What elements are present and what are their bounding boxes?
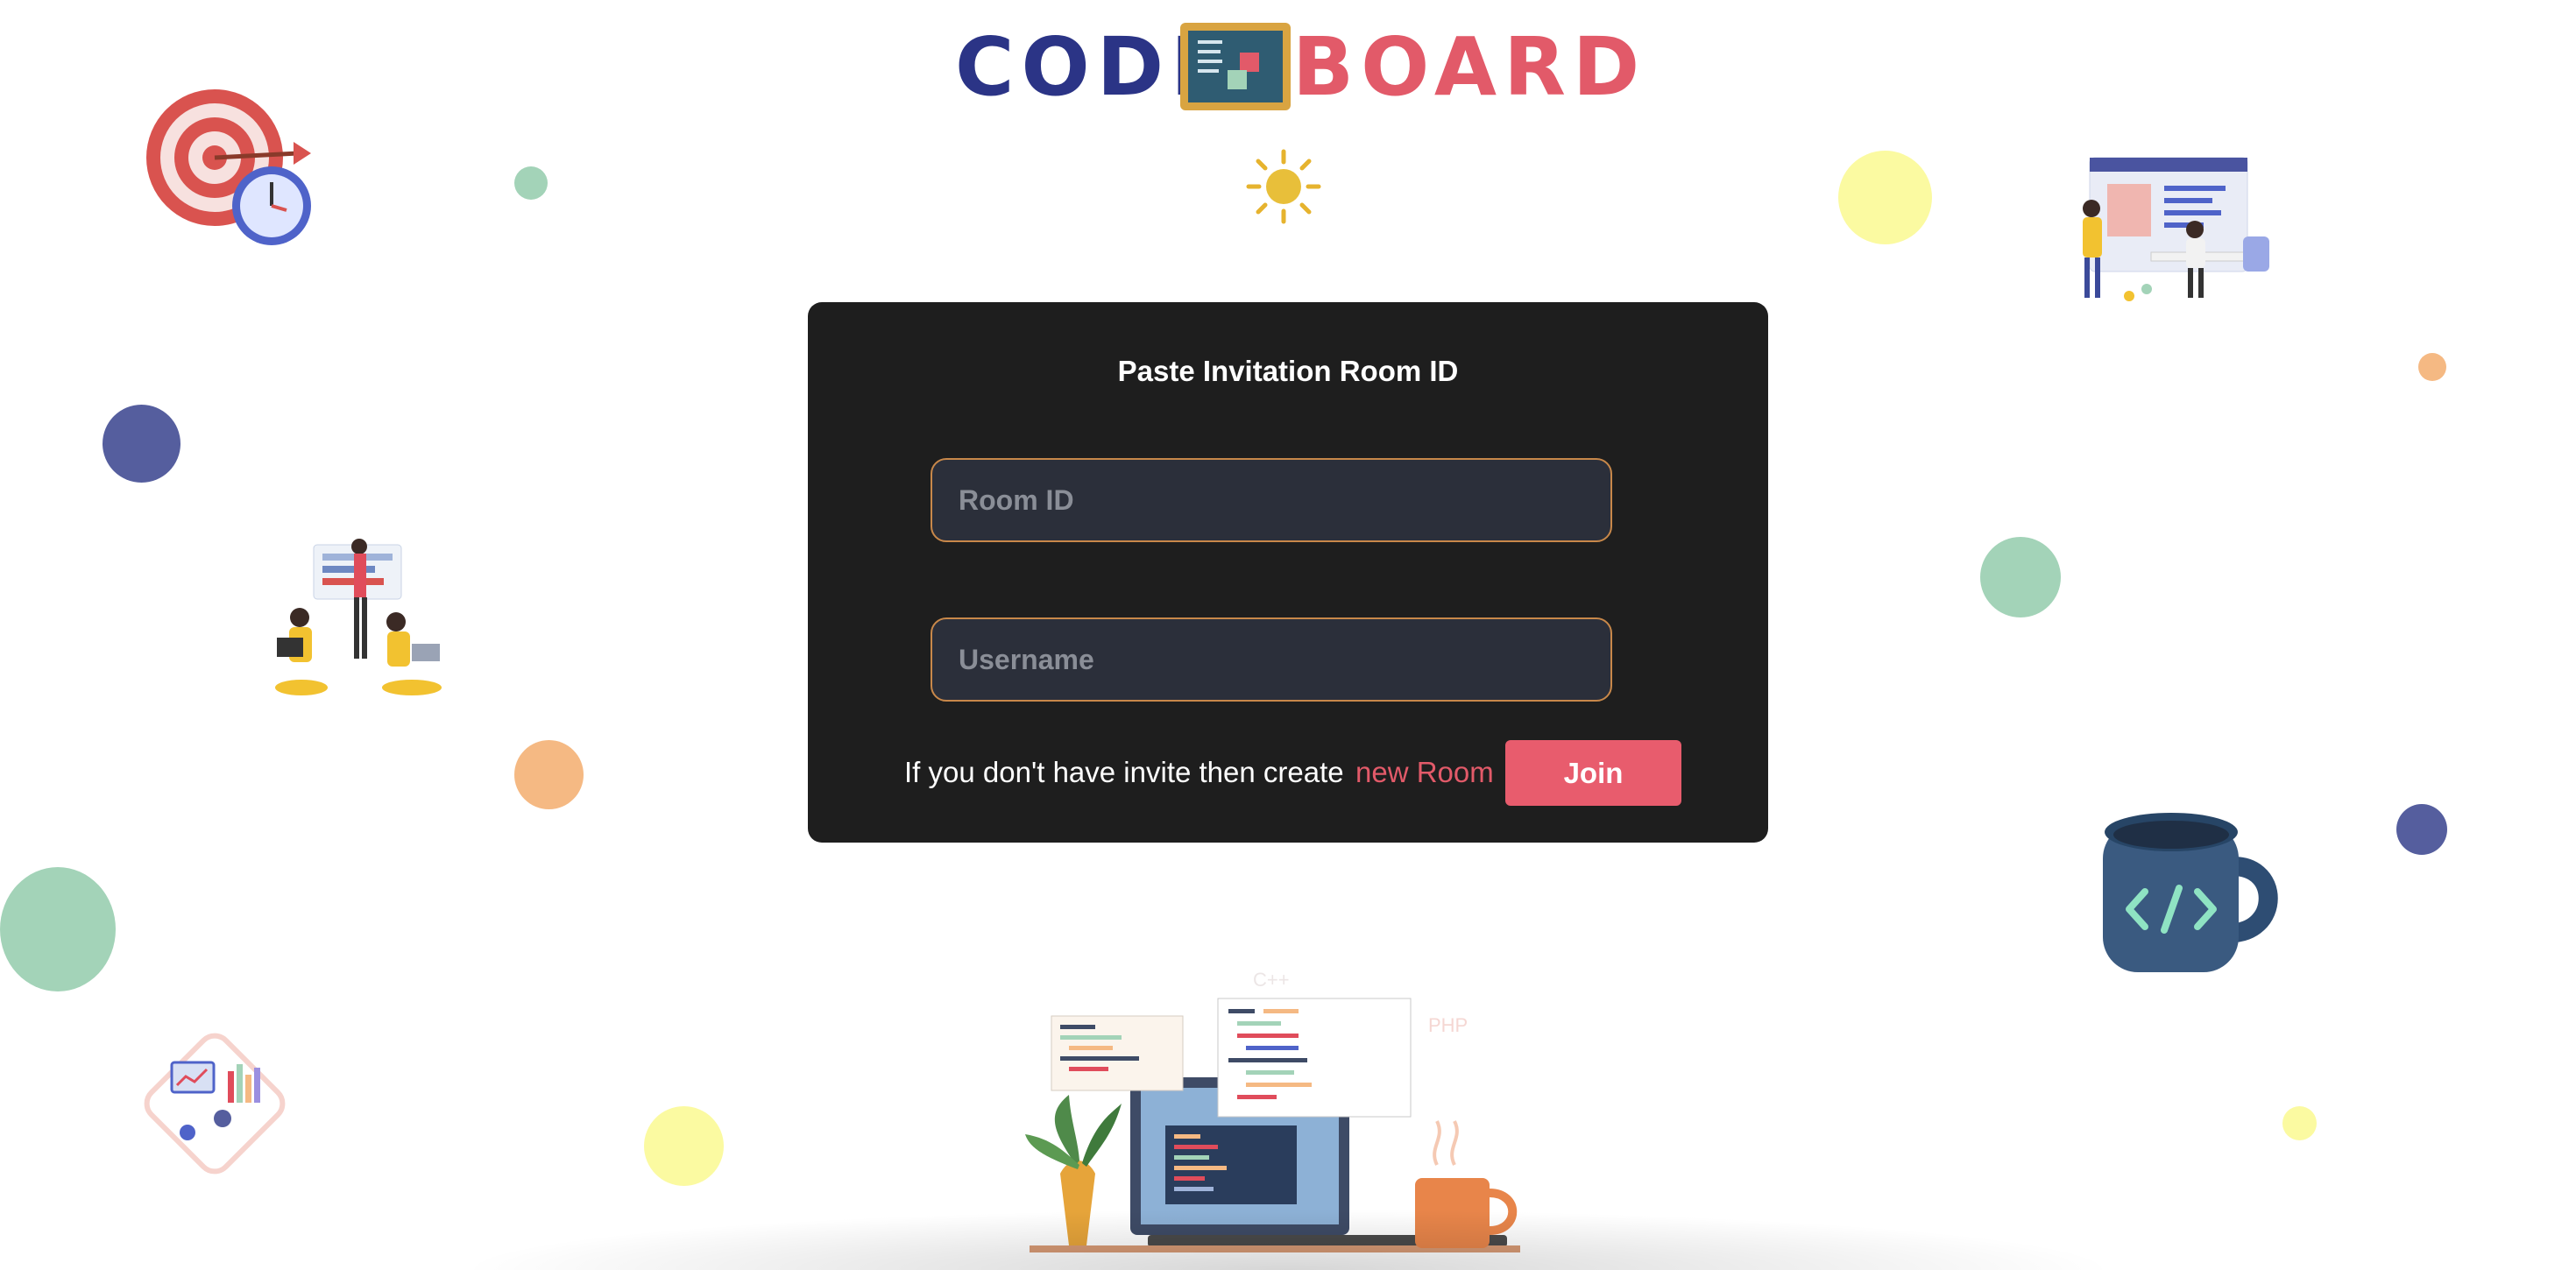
decor-circle	[644, 1106, 724, 1186]
decor-circle	[514, 740, 584, 809]
lang-label-php: PHP	[1428, 1014, 1468, 1036]
decor-circle	[103, 405, 180, 483]
coffee-mug-code-icon	[2103, 813, 2278, 972]
team-coding-illustration	[275, 539, 442, 695]
logo-text-board: BOARD	[1292, 20, 1647, 114]
decor-circle	[514, 166, 548, 200]
decor-circle	[1838, 151, 1932, 244]
decor-circle	[2282, 1106, 2317, 1140]
sun-icon	[1246, 149, 1321, 224]
board-icon	[1180, 23, 1291, 110]
decor-circle	[2396, 804, 2447, 855]
join-room-card: Paste Invitation Room ID If you don't ha…	[808, 302, 1768, 843]
collaboration-illustration	[2083, 157, 2269, 301]
analytics-illustration	[144, 1033, 286, 1175]
target-clock-icon	[146, 89, 311, 245]
join-button[interactable]: Join	[1505, 740, 1681, 806]
create-room-hint: If you don't have invite then create	[904, 756, 1344, 788]
app-logo: CODE BOARD	[955, 19, 1639, 116]
new-room-link[interactable]: new Room	[1355, 756, 1494, 789]
room-id-input[interactable]	[931, 458, 1612, 542]
decor-circle	[2418, 353, 2446, 381]
lang-label-cpp: C++	[1253, 969, 1290, 991]
username-input[interactable]	[931, 617, 1612, 702]
decor-circle	[0, 867, 116, 991]
bottom-shadow	[456, 1209, 2120, 1270]
card-title: Paste Invitation Room ID	[1117, 355, 1459, 387]
decor-circle	[1980, 537, 2061, 617]
